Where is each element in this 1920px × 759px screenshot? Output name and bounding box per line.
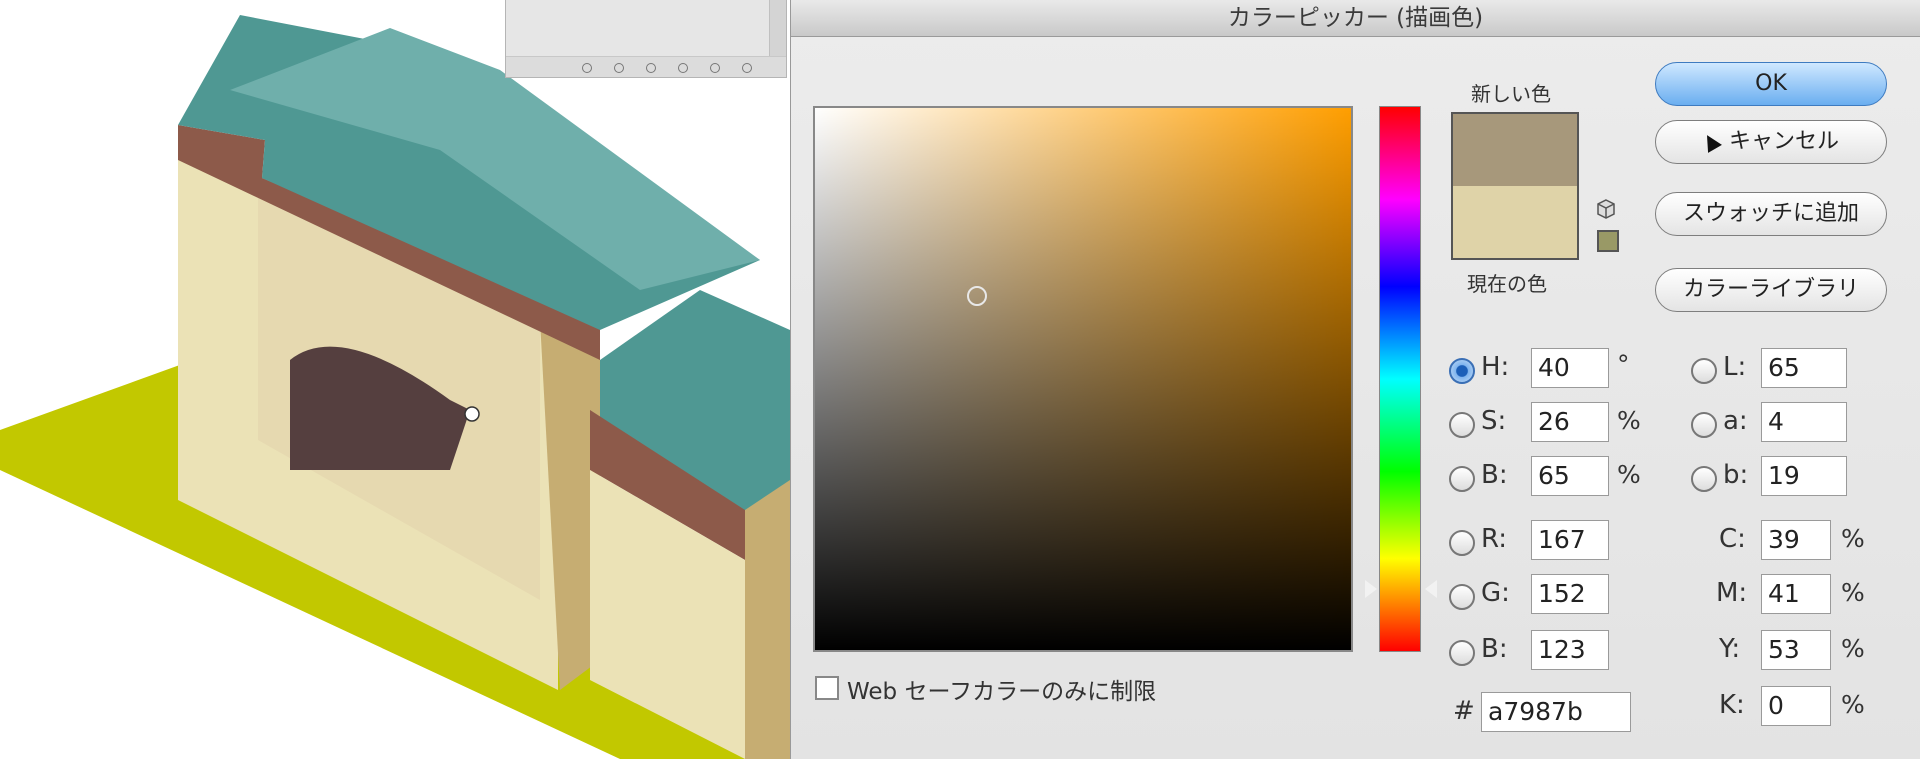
panel-scrollbar[interactable] — [769, 0, 786, 57]
web-safe-only-checkbox[interactable] — [815, 676, 839, 700]
r-radio[interactable] — [1449, 530, 1475, 556]
web-safe-only-label: Web セーフカラーのみに制限 — [847, 679, 1157, 705]
web-safe-cube-icon[interactable] — [1595, 198, 1617, 220]
pointer-cursor-icon — [1700, 131, 1722, 153]
y-unit: % — [1841, 634, 1865, 663]
current-color-label: 現在の色 — [1467, 272, 1547, 296]
s-input[interactable]: 26 — [1531, 402, 1609, 442]
lab-b-input[interactable]: 19 — [1761, 456, 1847, 496]
panel-toolbar — [506, 56, 786, 77]
h-radio[interactable] — [1449, 358, 1475, 384]
illustration-canvas[interactable] — [0, 0, 790, 759]
adjustment-icon[interactable] — [678, 63, 688, 73]
hue-slider-right-arrow[interactable] — [1425, 580, 1437, 598]
b-unit: % — [1617, 460, 1641, 489]
g-radio[interactable] — [1449, 584, 1475, 610]
m-input[interactable]: 41 — [1761, 574, 1831, 614]
g-input[interactable]: 152 — [1531, 574, 1609, 614]
hex-input[interactable]: a7987b — [1481, 692, 1631, 732]
side-pillar — [745, 480, 790, 759]
l-radio[interactable] — [1691, 358, 1717, 384]
dialog-title: カラーピッカー (描画色) — [791, 0, 1920, 37]
link-icon[interactable] — [582, 63, 592, 73]
hue-slider[interactable] — [1379, 106, 1421, 652]
layers-mini-panel — [505, 0, 787, 78]
new-color-label: 新しい色 — [1471, 82, 1551, 106]
k-input[interactable]: 0 — [1761, 686, 1831, 726]
b-radio[interactable] — [1449, 466, 1475, 492]
blue-label: B: — [1481, 634, 1508, 664]
k-label: K: — [1719, 690, 1745, 720]
m-label: M: — [1716, 578, 1748, 608]
k-unit: % — [1841, 690, 1865, 719]
color-comparison-swatch — [1451, 112, 1579, 260]
hex-label: # — [1453, 696, 1475, 726]
add-to-swatches-label: スウォッチに追加 — [1682, 201, 1859, 226]
web-safe-color-swatch[interactable] — [1597, 230, 1619, 252]
hand-cursor-icon — [464, 406, 480, 422]
s-unit: % — [1617, 406, 1641, 435]
color-picker-dialog: カラーピッカー (描画色) 新しい色 現在の色 OK キャンセル スウォッチに追… — [790, 0, 1920, 759]
lab-b-radio[interactable] — [1691, 466, 1717, 492]
h-input[interactable]: 40 — [1531, 348, 1609, 388]
mask-icon[interactable] — [646, 63, 656, 73]
s-radio[interactable] — [1449, 412, 1475, 438]
h-label: H: — [1481, 352, 1510, 382]
trash-icon[interactable] — [742, 63, 752, 73]
l-label: L: — [1723, 352, 1747, 382]
saturation-brightness-field[interactable] — [813, 106, 1353, 652]
new-layer-icon[interactable] — [710, 63, 720, 73]
new-color-swatch — [1453, 114, 1577, 186]
ok-button[interactable]: OK — [1655, 62, 1887, 106]
a-input[interactable]: 4 — [1761, 402, 1847, 442]
hue-slider-left-arrow[interactable] — [1365, 580, 1377, 598]
fx-icon[interactable] — [614, 63, 624, 73]
b-input[interactable]: 65 — [1531, 456, 1609, 496]
cancel-button-label: キャンセル — [1728, 129, 1839, 154]
s-label: S: — [1481, 406, 1507, 436]
b-label: B: — [1481, 460, 1508, 490]
r-input[interactable]: 167 — [1531, 520, 1609, 560]
blue-input[interactable]: 123 — [1531, 630, 1609, 670]
color-libraries-label: カラーライブラリ — [1682, 277, 1859, 302]
lab-b-label: b: — [1723, 460, 1749, 490]
g-label: G: — [1481, 578, 1510, 608]
c-input[interactable]: 39 — [1761, 520, 1831, 560]
y-input[interactable]: 53 — [1761, 630, 1831, 670]
cancel-button[interactable]: キャンセル — [1655, 120, 1887, 164]
m-unit: % — [1841, 578, 1865, 607]
blue-radio[interactable] — [1449, 640, 1475, 666]
r-label: R: — [1481, 524, 1508, 554]
h-unit: ° — [1617, 350, 1630, 379]
ok-button-label: OK — [1755, 71, 1787, 96]
c-unit: % — [1841, 524, 1865, 553]
add-to-swatches-button[interactable]: スウォッチに追加 — [1655, 192, 1887, 236]
a-label: a: — [1723, 406, 1748, 436]
isometric-gate-illustration — [0, 15, 790, 759]
color-libraries-button[interactable]: カラーライブラリ — [1655, 268, 1887, 312]
color-selection-cursor[interactable] — [967, 286, 987, 306]
c-label: C: — [1719, 524, 1746, 554]
l-input[interactable]: 65 — [1761, 348, 1847, 388]
a-radio[interactable] — [1691, 412, 1717, 438]
y-label: Y: — [1719, 634, 1741, 664]
current-color-swatch[interactable] — [1453, 186, 1577, 258]
